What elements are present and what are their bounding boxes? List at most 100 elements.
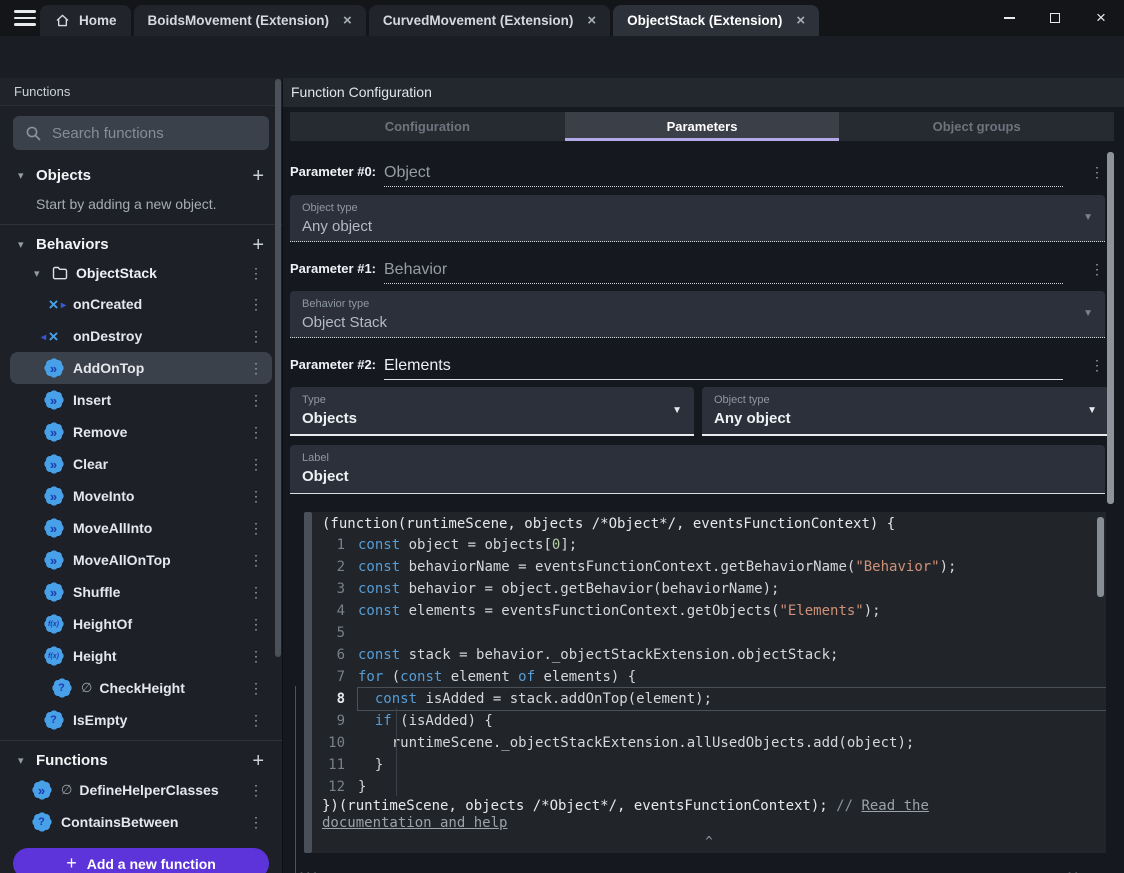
item-menu-icon[interactable]: ⋮ — [248, 296, 264, 313]
divider — [0, 224, 282, 225]
line-number: 10 — [328, 735, 345, 751]
maximize-button[interactable] — [1032, 0, 1078, 36]
editor-scrollbar[interactable] — [1097, 517, 1104, 597]
parameter-1-name-input[interactable]: Behavior — [384, 261, 447, 278]
lifecycle-created-icon: × — [44, 295, 66, 315]
search-input[interactable] — [52, 124, 257, 142]
chevron-down-icon[interactable]: ▾ — [18, 169, 30, 182]
close-icon[interactable]: × — [343, 13, 352, 28]
parameter-2-label-field[interactable]: Label Object — [290, 445, 1105, 494]
functions-section-header[interactable]: ▾ Functions + — [0, 747, 282, 774]
item-menu-icon[interactable]: ⋮ — [248, 552, 264, 569]
select-value: Any object — [302, 218, 373, 235]
sidebar-item-height[interactable]: f(x) Height ⋮ — [0, 640, 282, 672]
item-menu-icon[interactable]: ⋮ — [248, 392, 264, 409]
item-menu-icon[interactable]: ⋮ — [248, 814, 264, 831]
chevron-down-icon[interactable]: ▾ — [18, 238, 30, 251]
field-value[interactable]: Object — [302, 468, 1093, 485]
sidebar-item-insert[interactable]: » Insert ⋮ — [0, 384, 282, 416]
collapse-caret-icon[interactable]: ^ — [312, 832, 1106, 850]
sidebar-scrollbar[interactable] — [275, 79, 281, 657]
parameter-1-label: Parameter #1: — [290, 261, 376, 276]
item-menu-icon[interactable]: ⋮ — [248, 488, 264, 505]
search-icon — [26, 126, 41, 140]
parameter-2-object-type-select[interactable]: Object type Any object ▼ — [702, 387, 1109, 436]
window-controls: × — [986, 0, 1124, 36]
item-menu-icon[interactable]: ⋮ — [248, 680, 264, 697]
item-menu-icon[interactable]: ⋮ — [248, 520, 264, 537]
sidebar-item-ondestroy[interactable]: × onDestroy ⋮ — [0, 320, 282, 352]
item-menu-icon[interactable]: ⋮ — [248, 424, 264, 441]
sidebar-item-shuffle[interactable]: » Shuffle ⋮ — [0, 576, 282, 608]
code-line-2: 2 const behaviorName = eventsFunctionCont… — [312, 556, 1106, 578]
gear-action-icon: » — [44, 487, 63, 506]
item-menu-icon[interactable]: ⋮ — [248, 265, 264, 282]
sidebar-item-isempty[interactable]: ? IsEmpty ⋮ — [0, 704, 282, 736]
divider — [0, 740, 282, 741]
line-number: 1 — [336, 537, 345, 553]
close-icon[interactable]: × — [587, 13, 596, 28]
behavior-group-objectstack[interactable]: ▾ ObjectStack ⋮ — [0, 258, 282, 288]
close-icon[interactable]: × — [796, 13, 805, 28]
code-area[interactable]: (function(runtimeScene, objects /*Object… — [312, 512, 1106, 853]
gear-condition-icon: ? — [52, 679, 71, 698]
add-function-plus-button[interactable]: + — [252, 751, 264, 771]
sidebar-item-addontop[interactable]: » AddOnTop ⋮ — [10, 352, 272, 384]
add-new-function-button[interactable]: + Add a new function — [13, 848, 269, 873]
behaviors-section-header[interactable]: ▾ Behaviors + — [0, 231, 282, 258]
select-label: Type — [302, 394, 326, 406]
item-menu-icon[interactable]: ⋮ — [248, 584, 264, 601]
sidebar-item-moveallontop[interactable]: » MoveAllOnTop ⋮ — [0, 544, 282, 576]
parameter-menu-icon[interactable]: ⋮ — [1089, 357, 1105, 380]
item-menu-icon[interactable]: ⋮ — [248, 360, 264, 377]
tab-configuration[interactable]: Configuration — [290, 112, 565, 141]
parameter-menu-icon[interactable]: ⋮ — [1089, 261, 1105, 284]
parameter-0-name-input[interactable]: Object — [384, 164, 430, 181]
item-menu-icon[interactable]: ⋮ — [248, 648, 264, 665]
tab-curvedmovement-extension-[interactable]: CurvedMovement (Extension) × — [368, 5, 611, 36]
tab-objectstack-extension-[interactable]: ObjectStack (Extension) × — [613, 5, 820, 36]
tab-boidsmovement-extension-[interactable]: BoidsMovement (Extension) × — [133, 5, 366, 36]
tab-home[interactable]: Home — [40, 5, 131, 36]
item-menu-icon[interactable]: ⋮ — [248, 328, 264, 345]
main-menu-icon[interactable] — [14, 10, 36, 26]
tab-object-groups[interactable]: Object groups — [839, 112, 1115, 141]
gear-action-icon: » — [44, 391, 63, 410]
add-object-button[interactable]: + — [252, 166, 264, 186]
tab-parameters[interactable]: Parameters — [564, 112, 840, 141]
chevron-down-icon[interactable]: ▾ — [34, 267, 46, 280]
item-label: Shuffle — [73, 584, 121, 600]
parameter-2-type-select[interactable]: Type Objects ▼ — [290, 387, 694, 436]
add-behavior-button[interactable]: + — [252, 235, 264, 255]
parameter-0-object-type-select[interactable]: Object type Any object ▼ — [290, 195, 1105, 242]
parameter-1-behavior-type-select[interactable]: Behavior type Object Stack ▼ — [290, 291, 1105, 338]
add-function-label: Add a new function — [86, 855, 216, 872]
item-menu-icon[interactable]: ⋮ — [248, 456, 264, 473]
code-line-7: 7 for (const element of elements) { — [312, 666, 1106, 688]
item-menu-icon[interactable]: ⋮ — [248, 616, 264, 633]
editor-left-handle[interactable] — [304, 512, 312, 853]
minimize-button[interactable] — [986, 0, 1032, 36]
item-menu-icon[interactable]: ⋮ — [248, 782, 264, 799]
javascript-code-editor[interactable]: (function(runtimeScene, objects /*Object… — [304, 512, 1106, 853]
title-bar: Home BoidsMovement (Extension) × CurvedMove… — [0, 0, 1124, 36]
search-functions-box[interactable] — [13, 116, 269, 150]
parameter-menu-icon[interactable]: ⋮ — [1089, 164, 1105, 187]
gear-action-icon: » — [44, 519, 63, 538]
sidebar-item-definehelperclasses[interactable]: » ∅ DefineHelperClasses ⋮ — [0, 774, 282, 806]
sidebar-item-heightof[interactable]: f(x) HeightOf ⋮ — [0, 608, 282, 640]
sidebar-item-clear[interactable]: » Clear ⋮ — [0, 448, 282, 480]
sidebar-item-moveallinto[interactable]: » MoveAllInto ⋮ — [0, 512, 282, 544]
parameters-scrollbar[interactable] — [1107, 152, 1114, 504]
sidebar-item-oncreated[interactable]: × onCreated ⋮ — [0, 288, 282, 320]
sidebar-item-moveinto[interactable]: » MoveInto ⋮ — [0, 480, 282, 512]
close-window-button[interactable]: × — [1078, 0, 1124, 36]
chevron-down-icon[interactable]: ▾ — [18, 754, 30, 767]
sidebar-item-checkheight[interactable]: ? ∅ CheckHeight ⋮ — [0, 672, 282, 704]
tab-label: ObjectStack (Extension) — [627, 13, 783, 28]
parameter-2-name-input[interactable]: Elements — [384, 357, 451, 374]
sidebar-item-containsbetween[interactable]: ? ContainsBetween ⋮ — [0, 806, 282, 838]
objects-section-header[interactable]: ▾ Objects + — [0, 162, 282, 189]
sidebar-item-remove[interactable]: » Remove ⋮ — [0, 416, 282, 448]
item-menu-icon[interactable]: ⋮ — [248, 712, 264, 729]
